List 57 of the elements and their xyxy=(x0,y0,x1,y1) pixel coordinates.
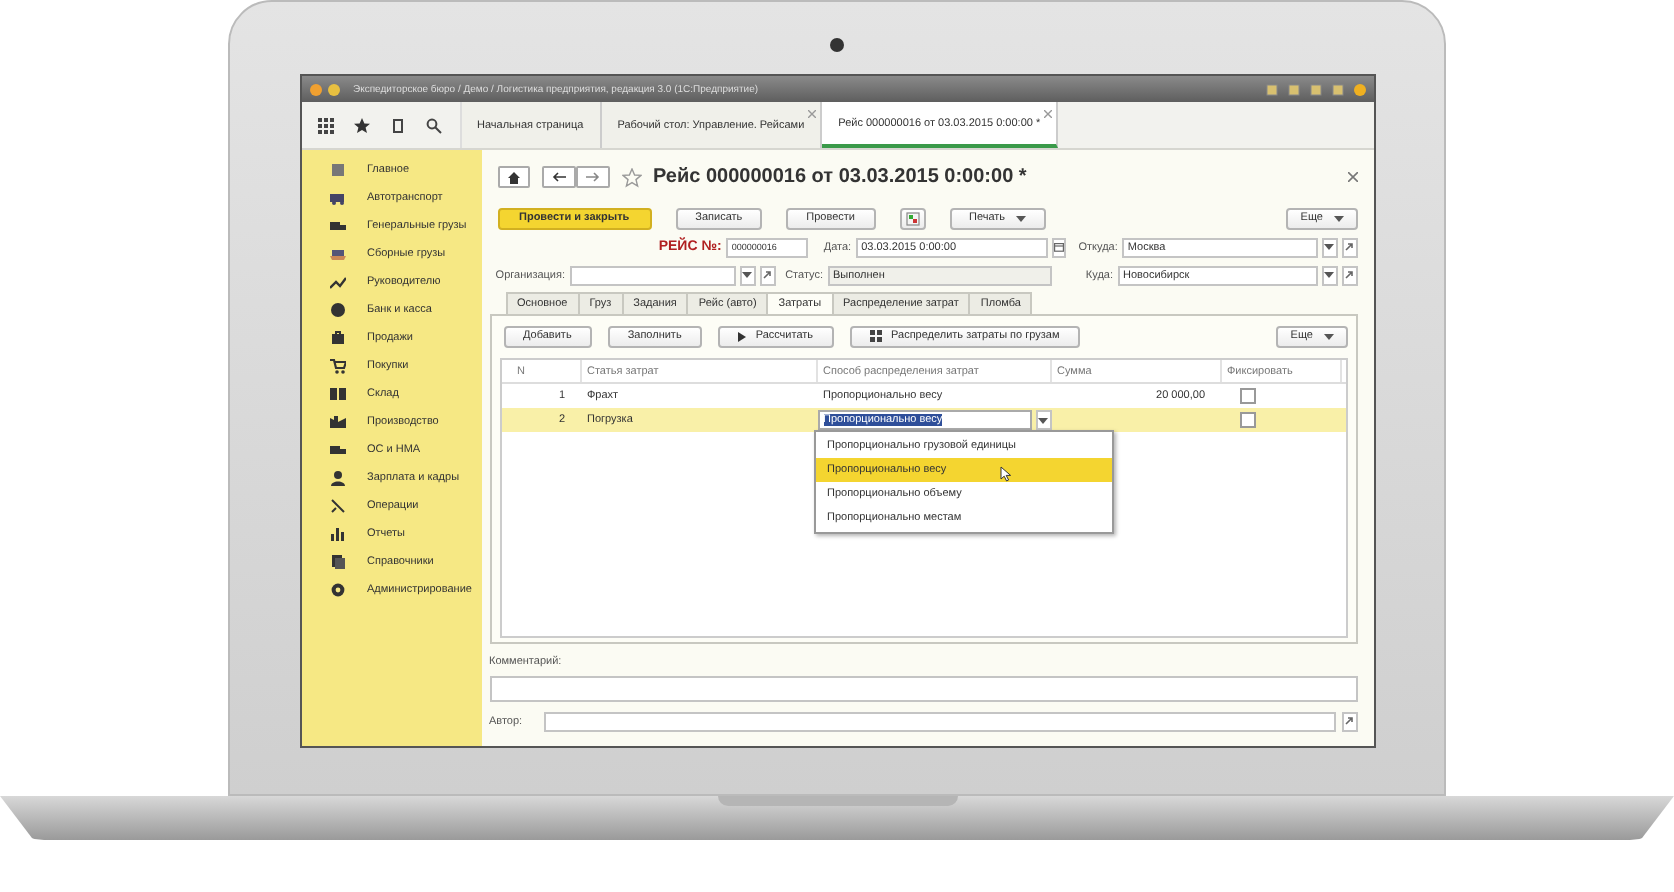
icon-button[interactable] xyxy=(899,207,926,229)
section-icon xyxy=(329,470,345,486)
dropdown-button[interactable] xyxy=(1321,237,1338,257)
section-icon xyxy=(329,386,345,402)
star-icon[interactable] xyxy=(354,117,371,133)
section-icon xyxy=(329,218,345,234)
caret-icon xyxy=(1333,215,1343,221)
close-icon[interactable] xyxy=(1347,172,1357,182)
checkbox[interactable] xyxy=(1239,412,1255,428)
calendar-icon xyxy=(1053,242,1064,252)
play-icon xyxy=(737,331,746,341)
back-arrow-icon xyxy=(551,172,565,182)
document-title: Рейс 000000016 от 03.03.2015 0:00:00 * xyxy=(653,166,1027,188)
home-icon xyxy=(507,171,519,183)
link-icon xyxy=(1344,270,1354,280)
forward-arrow-icon xyxy=(585,172,599,182)
section-icon xyxy=(329,190,345,206)
dropdown-button[interactable] xyxy=(1035,410,1051,430)
open-button[interactable] xyxy=(1341,265,1357,285)
logo-icon xyxy=(309,83,321,95)
checkbox[interactable] xyxy=(1239,388,1255,404)
caret-icon xyxy=(1324,272,1334,278)
home-button[interactable] xyxy=(497,166,529,188)
dropdown-button[interactable] xyxy=(1321,265,1337,285)
back-button[interactable] xyxy=(541,166,575,188)
cursor-icon xyxy=(999,466,1011,482)
search-icon[interactable] xyxy=(425,117,442,133)
author-field[interactable] xyxy=(543,711,1335,731)
caret-icon xyxy=(1015,215,1026,221)
open-button[interactable] xyxy=(759,265,775,285)
comment-field[interactable] xyxy=(489,676,1357,702)
link-icon xyxy=(762,270,772,280)
star-icon[interactable] xyxy=(621,167,641,187)
link-icon xyxy=(1344,716,1354,726)
link-icon xyxy=(1344,242,1355,252)
close-icon[interactable] xyxy=(1044,110,1053,118)
section-icon xyxy=(329,162,345,178)
organization-field[interactable] xyxy=(569,265,735,285)
caret-icon xyxy=(1324,244,1335,250)
section-icon xyxy=(329,414,345,430)
calendar-button[interactable] xyxy=(1051,237,1067,257)
open-button[interactable] xyxy=(1341,711,1357,731)
document-icon xyxy=(905,211,920,225)
dropdown-button[interactable] xyxy=(739,265,755,285)
caret-icon xyxy=(1038,417,1048,423)
section-icon xyxy=(329,526,345,542)
section-icon xyxy=(329,442,345,458)
section-icon xyxy=(329,358,345,374)
open-button[interactable] xyxy=(1341,237,1357,257)
section-icon xyxy=(329,330,345,346)
caret-icon xyxy=(742,272,752,278)
section-icon xyxy=(329,498,345,514)
section-icon xyxy=(329,246,345,262)
caret-icon xyxy=(1323,333,1333,339)
camera-dot xyxy=(830,38,844,52)
apps-grid-icon[interactable] xyxy=(318,117,335,133)
grid-icon xyxy=(869,330,882,342)
